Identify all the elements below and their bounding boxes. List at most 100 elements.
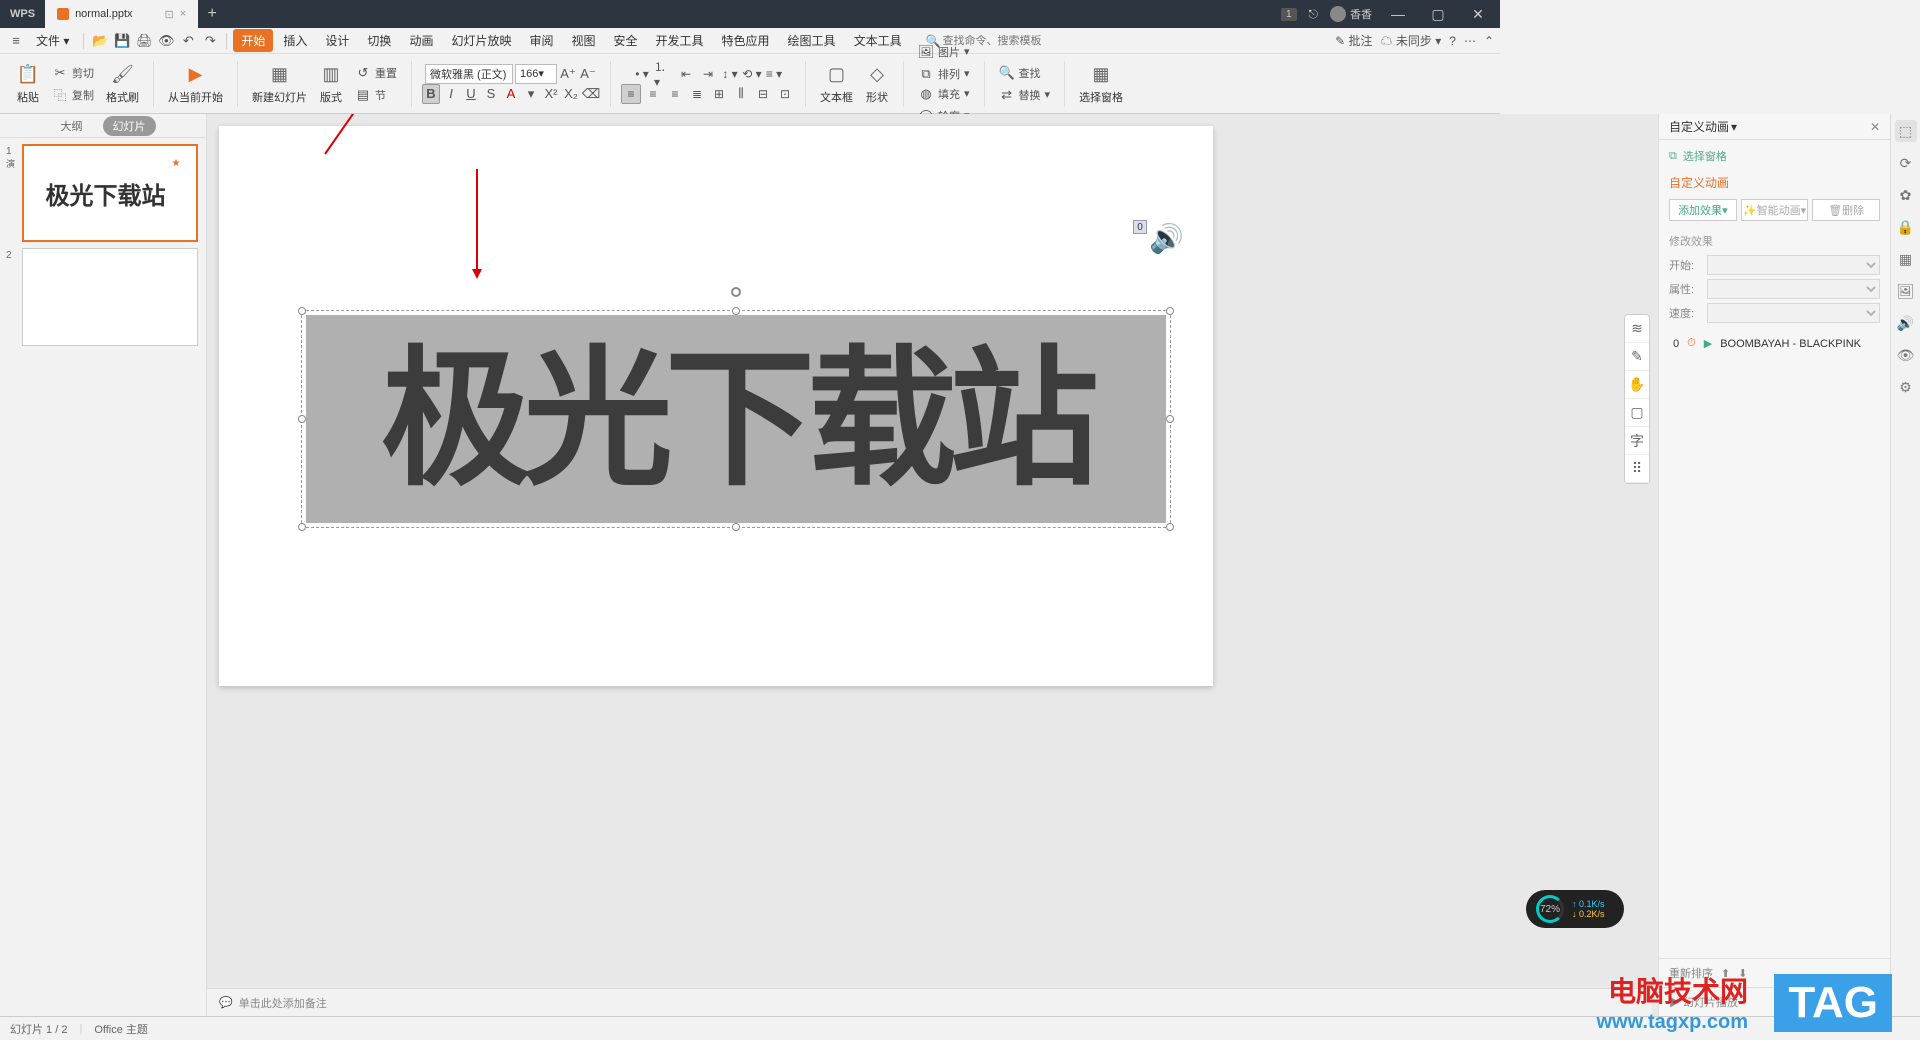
anim-pane-close-icon[interactable]: ✕: [1870, 120, 1880, 134]
align-left-button[interactable]: ≡: [621, 84, 641, 104]
font-size-combo[interactable]: 166 ▾: [515, 64, 557, 84]
select-pane-button[interactable]: ▦选择窗格: [1075, 61, 1127, 107]
ft-hand-icon[interactable]: ✋: [1625, 371, 1649, 399]
align-center-button[interactable]: ≡: [643, 84, 663, 104]
strip-app-icon[interactable]: ▦: [1895, 248, 1917, 270]
speed-select[interactable]: [1707, 303, 1880, 323]
strip-image-icon[interactable]: 🖼: [1895, 280, 1917, 302]
ribbon-chevron-icon[interactable]: ⌃: [1484, 34, 1494, 48]
font-name-combo[interactable]: 微软雅黑 (正文): [425, 64, 513, 84]
bullets-button[interactable]: • ▾: [632, 64, 652, 84]
resize-handle-ne[interactable]: [1166, 307, 1174, 315]
indent-inc-button[interactable]: ⇥: [698, 64, 718, 84]
tab-insert[interactable]: 插入: [275, 29, 315, 52]
tab-devtools[interactable]: 开发工具: [648, 29, 712, 52]
tab-view[interactable]: 视图: [563, 29, 603, 52]
resize-handle-se[interactable]: [1166, 523, 1174, 531]
copy-button[interactable]: ⿻复制: [48, 85, 98, 105]
slides-tab[interactable]: 幻灯片: [103, 116, 156, 136]
close-button[interactable]: ✕: [1464, 6, 1492, 23]
columns-button[interactable]: ⫼: [731, 84, 751, 104]
para2-button[interactable]: ⊡: [775, 84, 795, 104]
add-effect-button[interactable]: 添加效果 ▾: [1669, 199, 1737, 221]
help-icon[interactable]: ?: [1449, 34, 1456, 48]
cut-button[interactable]: ✂剪切: [48, 63, 98, 83]
line-spacing-button[interactable]: ↕ ▾: [720, 64, 740, 84]
ft-text-icon[interactable]: 字: [1625, 427, 1649, 455]
tab-home[interactable]: 开始: [233, 29, 273, 52]
italic-button[interactable]: I: [442, 84, 460, 104]
new-tab-button[interactable]: +: [198, 5, 226, 23]
resize-handle-s[interactable]: [732, 523, 740, 531]
strikethrough-button[interactable]: S: [482, 84, 500, 104]
select-pane-link[interactable]: ⧉选择窗格: [1669, 148, 1880, 164]
collapse-ribbon-icon[interactable]: ⋯: [1464, 34, 1476, 48]
tab-features[interactable]: 特色应用: [714, 29, 778, 52]
present-icon[interactable]: ⎋: [1309, 7, 1319, 22]
strip-eye-icon[interactable]: 👁: [1895, 344, 1917, 366]
bold-button[interactable]: B: [422, 84, 440, 104]
print-icon[interactable]: 🖨: [134, 31, 154, 51]
increase-font-icon[interactable]: A⁺: [559, 64, 577, 84]
tab-review[interactable]: 审阅: [521, 29, 561, 52]
annotate-button[interactable]: ✎ 批注: [1335, 32, 1372, 49]
document-tab[interactable]: normal.pptx ⊡ ×: [45, 0, 198, 28]
highlight-button[interactable]: ▾: [522, 84, 540, 104]
ft-more-icon[interactable]: ⠿: [1625, 455, 1649, 483]
minimize-button[interactable]: —: [1384, 6, 1412, 22]
para1-button[interactable]: ⊟: [753, 84, 773, 104]
paste-button[interactable]: 📋粘贴: [12, 61, 44, 107]
resize-handle-e[interactable]: [1166, 415, 1174, 423]
audio-icon[interactable]: 🔊: [1149, 222, 1183, 252]
sync-button[interactable]: ☁ 未同步 ▾: [1381, 32, 1442, 49]
anim-list-item[interactable]: 0 ⏱ ▶ BOOMBAYAH - BLACKPINK: [1669, 333, 1880, 354]
delete-anim-button[interactable]: 🗑 删除: [1812, 199, 1880, 221]
find-button[interactable]: 🔍查找: [995, 63, 1055, 83]
replace-button[interactable]: ⇄替换 ▾: [995, 85, 1055, 105]
underline-button[interactable]: U: [462, 84, 480, 104]
strip-lock-icon[interactable]: 🔒: [1895, 216, 1917, 238]
tab-drawtools[interactable]: 绘图工具: [780, 29, 844, 52]
user-avatar[interactable]: 香香: [1330, 6, 1372, 22]
subscript-button[interactable]: X₂: [562, 84, 580, 104]
text-direction-button[interactable]: ⟲ ▾: [742, 64, 762, 84]
close-icon[interactable]: ×: [180, 8, 186, 20]
tab-security[interactable]: 安全: [606, 29, 646, 52]
preview-icon[interactable]: 👁: [156, 31, 176, 51]
superscript-button[interactable]: X²: [542, 84, 560, 104]
app-menu-icon[interactable]: ≡: [6, 31, 26, 51]
textbox-button[interactable]: ▢文本框: [816, 61, 857, 107]
format-painter-button[interactable]: 🖌格式刷: [102, 61, 143, 107]
tab-design[interactable]: 设计: [317, 29, 357, 52]
picture-button[interactable]: 🖼图片 ▾: [914, 42, 974, 62]
resize-handle-w[interactable]: [298, 415, 306, 423]
smart-anim-button[interactable]: ✨ 智能动画 ▾: [1741, 199, 1809, 221]
ft-layers-icon[interactable]: ≋: [1625, 315, 1649, 343]
text-box-selected[interactable]: 极光下载站: [301, 310, 1171, 528]
font-color-button[interactable]: A: [502, 84, 520, 104]
slide-canvas[interactable]: 0 🔊 极光下载站: [219, 126, 1213, 686]
justify-button[interactable]: ≣: [687, 84, 707, 104]
tab-animation[interactable]: 动画: [401, 29, 441, 52]
ft-rect-icon[interactable]: ▢: [1625, 399, 1649, 427]
arrange-button[interactable]: ⧉排列 ▾: [914, 64, 974, 84]
indent-dec-button[interactable]: ⇤: [676, 64, 696, 84]
start-select[interactable]: [1707, 255, 1880, 275]
open-icon[interactable]: 📂: [90, 31, 110, 51]
layout-button[interactable]: ▥版式: [315, 61, 347, 107]
fill-button[interactable]: ◍填充 ▾: [914, 84, 974, 104]
slide-thumb-2[interactable]: [22, 248, 198, 346]
save-icon[interactable]: 💾: [112, 31, 132, 51]
clear-format-button[interactable]: ⌫: [582, 84, 600, 104]
tab-pin-icon[interactable]: ⊡: [165, 8, 174, 21]
rotate-handle[interactable]: [731, 287, 741, 297]
resize-handle-n[interactable]: [732, 307, 740, 315]
strip-refresh-icon[interactable]: ⟳: [1895, 152, 1917, 174]
ft-pen-icon[interactable]: ✎: [1625, 343, 1649, 371]
section-button[interactable]: ▤节: [351, 85, 401, 105]
align-text-button[interactable]: ≡ ▾: [764, 64, 784, 84]
file-menu[interactable]: 文件 ▾: [28, 29, 77, 52]
strip-gear-icon[interactable]: ⚙: [1895, 376, 1917, 398]
reset-button[interactable]: ↺重置: [351, 63, 401, 83]
redo-icon[interactable]: ↷: [200, 31, 220, 51]
